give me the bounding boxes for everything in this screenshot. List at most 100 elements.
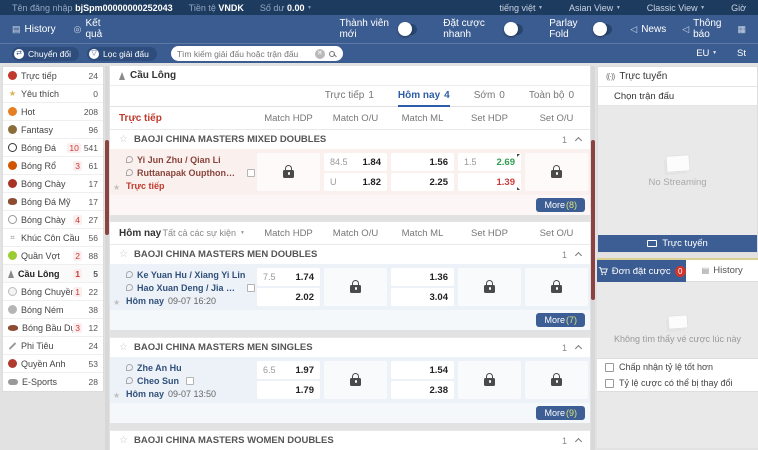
notice-button[interactable]: ◁ Thông báo (682, 18, 721, 40)
match-day: Hôm nay (126, 389, 165, 399)
sidebar-item-esports[interactable]: E-Sports 28 (3, 373, 103, 391)
odds-cell[interactable]: 1.54 (391, 361, 454, 379)
league-header[interactable]: ☆ BAOJI CHINA MASTERS WOMEN DOUBLES 1 (110, 430, 590, 450)
balance-dropdown[interactable]: Số dư 0.00 ▼ (260, 3, 312, 13)
odds-may-change-option[interactable]: Tỷ lệ cược có thể bị thay đổi (597, 375, 758, 391)
more-bets-button[interactable]: More (9) (536, 406, 585, 420)
sidebar-item-hot[interactable]: Hot 208 (3, 103, 103, 121)
collapse-icon[interactable] (574, 344, 583, 353)
new-member-toggle[interactable] (397, 21, 418, 36)
match-row: ★ Yi Jun Zhu / Qian Li Ruttanapak Ouptho… (110, 149, 590, 215)
league-header[interactable]: ☆ BAOJI CHINA MASTERS MIXED DOUBLES 1 (110, 129, 590, 149)
currency-info: Tiền tệ VNDK (188, 2, 244, 13)
favorite-icon[interactable]: ★ (113, 391, 120, 400)
stats-icon[interactable] (186, 376, 194, 385)
sidebar-item-baseball-2[interactable]: Bóng Chày 4 27 (3, 211, 103, 229)
league-filter-button[interactable]: ▽ Lọc giải đấu (87, 46, 157, 61)
search-icon[interactable] (328, 50, 335, 57)
odds-cell[interactable]: 1.79 (257, 381, 320, 399)
new-member-label: Thành viên mới (339, 18, 389, 40)
news-button[interactable]: ◁ News (630, 24, 666, 35)
transfer-button[interactable]: ⇄ Chuyển đổi (12, 46, 80, 61)
stats-icon[interactable] (247, 283, 255, 292)
sidebar-item-fantasy[interactable]: Fantasy 96 (3, 121, 103, 139)
odds-cell[interactable]: 84.5 1.84 (324, 153, 387, 171)
sidebar-item-volleyball[interactable]: Bóng Chuyền 1 22 (3, 283, 103, 301)
asian-view-dropdown[interactable]: Asian View ▼ (569, 3, 621, 13)
odds-cell-up[interactable]: 1.5 2.69 (458, 153, 521, 171)
star-icon: ☆ (119, 342, 128, 353)
tab-today[interactable]: Hôm nay 4 (397, 86, 450, 107)
team-home[interactable]: Zhe An Hu (137, 363, 182, 373)
checkbox-icon[interactable] (605, 378, 614, 388)
sidebar-item-american-football[interactable]: Bóng Đá Mỹ 17 (3, 193, 103, 211)
classic-view-dropdown[interactable]: Classic View ▼ (647, 3, 705, 13)
odds-cell[interactable]: 1.36 (391, 268, 454, 286)
main-scrollbar[interactable] (591, 66, 595, 450)
checkbox-icon[interactable] (605, 362, 614, 372)
odds-cell[interactable]: 7.5 1.74 (257, 268, 320, 286)
calendar-icon[interactable]: ▦ (737, 24, 746, 35)
tab-betslip[interactable]: Đơn đặt cược 0 (597, 260, 687, 282)
lock-icon (551, 279, 562, 293)
all-events-dropdown[interactable]: Tất cả các sự kiện ▼ (162, 228, 255, 238)
sidebar-item-rugby[interactable]: Bóng Bầu Dục312 (3, 319, 103, 337)
odds-cell[interactable]: 1.56 (391, 153, 454, 171)
sidebar-item-tennis[interactable]: Quần Vợt 2 88 (3, 247, 103, 265)
odds-cell[interactable]: 3.04 (391, 288, 454, 306)
tab-early[interactable]: Sớm 0 (474, 86, 505, 107)
collapse-icon[interactable] (574, 136, 583, 145)
star-icon: ☆ (119, 134, 128, 145)
choose-match-dropdown[interactable]: Chọn trận đấu (598, 87, 757, 106)
language-dropdown[interactable]: tiếng việt ▼ (499, 3, 543, 13)
team-away[interactable]: Cheo Sun (137, 376, 179, 386)
chevron-down-icon: ▼ (700, 5, 706, 12)
search-input[interactable] (176, 48, 311, 59)
sidebar-item-favorites[interactable]: ★ Yêu thích 0 (3, 85, 103, 103)
odds-cell[interactable]: 2.02 (257, 288, 320, 306)
sidebar-item-soccer[interactable]: Bóng Đá 10 541 (3, 139, 103, 157)
hockey-icon: ⌗ (10, 233, 15, 242)
odds-cell[interactable]: 2.38 (391, 381, 454, 399)
team-away[interactable]: Hao Xuan Deng / Jia Jun Xu (137, 283, 240, 293)
sidebar-scrollbar[interactable] (105, 66, 109, 450)
league-header[interactable]: ☆ BAOJI CHINA MASTERS MEN SINGLES 1 (110, 337, 590, 357)
favorite-icon[interactable]: ★ (113, 183, 120, 192)
lock-icon (484, 372, 495, 386)
collapse-icon[interactable] (574, 251, 583, 260)
sidebar-item-baseball[interactable]: Bóng Chày 17 (3, 175, 103, 193)
history-button[interactable]: ▤ History (12, 24, 56, 35)
stats-icon[interactable] (247, 168, 255, 177)
clear-icon[interactable]: ✕ (314, 48, 325, 59)
odds-cell[interactable]: 2.25 (391, 173, 454, 191)
sidebar-item-hockey[interactable]: ⌗ Khúc Côn Cầu 56 (3, 229, 103, 247)
sidebar-item-darts[interactable]: Phi Tiêu 24 (3, 337, 103, 355)
tab-live[interactable]: Trực tiếp 1 (325, 86, 374, 107)
tab-all[interactable]: Toàn bộ 0 (529, 86, 574, 107)
more-bets-button[interactable]: More (7) (536, 313, 585, 327)
collapse-icon[interactable] (574, 437, 583, 446)
sidebar-item-badminton[interactable]: Cầu Lông 1 5 (3, 265, 103, 283)
sidebar-item-basketball[interactable]: Bóng Rổ 3 61 (3, 157, 103, 175)
sidebar-item-handball[interactable]: Bóng Ném 38 (3, 301, 103, 319)
clipped-menu-item[interactable]: Giờ (731, 3, 746, 13)
live-stream-button[interactable]: Trực tuyến (598, 235, 757, 252)
favorite-icon[interactable]: ★ (113, 298, 120, 307)
more-bets-button[interactable]: More (8) (536, 198, 585, 212)
odds-format-dropdown[interactable]: EU ▼ (696, 48, 717, 59)
odds-cell-down[interactable]: 1.39 (458, 173, 521, 191)
chevron-down-icon: ▼ (240, 230, 245, 236)
sidebar-item-live[interactable]: Trực tiếp 24 (3, 67, 103, 85)
quick-bet-toggle[interactable] (503, 21, 524, 36)
league-header[interactable]: ☆ BAOJI CHINA MASTERS MEN DOUBLES 1 (110, 244, 590, 264)
parlay-toggle[interactable] (592, 21, 613, 36)
odds-cell[interactable]: 6.5 1.97 (257, 361, 320, 379)
team-home[interactable]: Yi Jun Zhu / Qian Li (137, 155, 221, 165)
sidebar-item-boxing[interactable]: Quyền Anh 53 (3, 355, 103, 373)
team-away[interactable]: Ruttanapak Oupthong / Benyapa Ai (137, 168, 240, 178)
tab-history[interactable]: ▤ History (686, 260, 758, 282)
odds-cell[interactable]: U 1.82 (324, 173, 387, 191)
results-button[interactable]: ◎ Kết quả (74, 18, 112, 40)
accept-better-odds-option[interactable]: Chấp nhận tỷ lệ tốt hơn (597, 359, 758, 375)
team-home[interactable]: Ke Yuan Hu / Xiang Yi Lin (137, 270, 245, 280)
